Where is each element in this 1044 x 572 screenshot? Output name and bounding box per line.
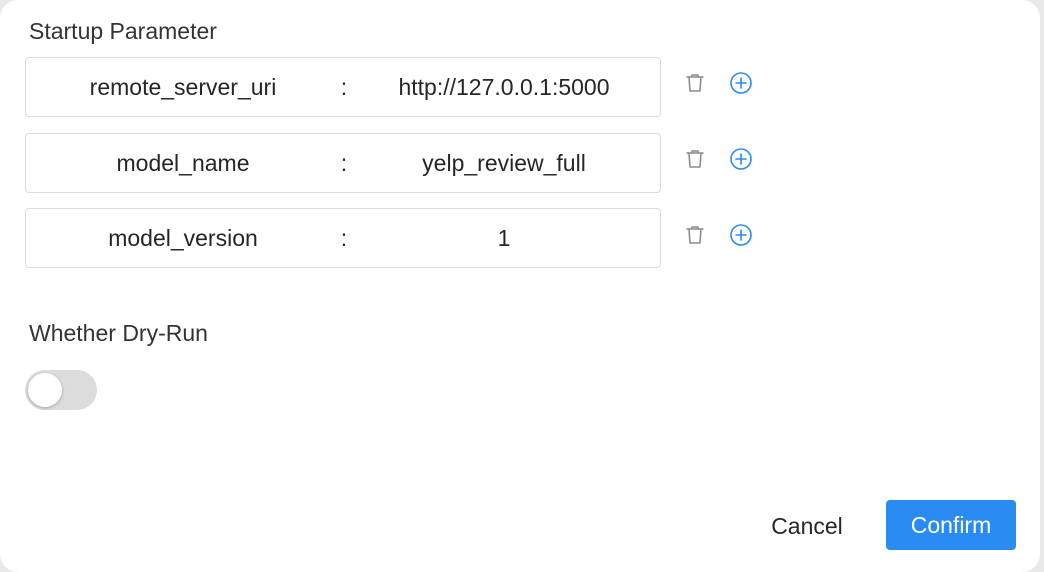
trash-icon[interactable] xyxy=(683,147,707,171)
param-key[interactable]: model_name xyxy=(26,134,340,192)
param-box[interactable]: model_version : 1 xyxy=(25,208,661,268)
plus-circle-icon[interactable] xyxy=(729,71,753,95)
param-separator: : xyxy=(340,225,348,251)
confirm-button[interactable]: Confirm xyxy=(886,500,1016,550)
startup-parameter-title: Startup Parameter xyxy=(29,18,217,44)
plus-circle-icon[interactable] xyxy=(729,223,753,247)
plus-circle-icon[interactable] xyxy=(729,147,753,171)
param-separator: : xyxy=(340,150,348,176)
dry-run-toggle[interactable] xyxy=(25,370,97,410)
param-key[interactable]: model_version xyxy=(26,209,340,267)
param-value[interactable]: yelp_review_full xyxy=(356,134,652,192)
param-box[interactable]: remote_server_uri : http://127.0.0.1:500… xyxy=(25,57,661,117)
trash-icon[interactable] xyxy=(683,71,707,95)
startup-dialog: Startup Parameter remote_server_uri : ht… xyxy=(0,0,1040,572)
param-separator: : xyxy=(340,74,348,100)
dry-run-title: Whether Dry-Run xyxy=(29,320,208,346)
param-row: model_version : 1 xyxy=(25,208,661,268)
param-row: model_name : yelp_review_full xyxy=(25,133,661,193)
param-value[interactable]: 1 xyxy=(356,209,652,267)
param-value[interactable]: http://127.0.0.1:5000 xyxy=(356,58,652,116)
cancel-button[interactable]: Cancel xyxy=(752,502,862,550)
trash-icon[interactable] xyxy=(683,223,707,247)
param-key[interactable]: remote_server_uri xyxy=(26,58,340,116)
toggle-knob xyxy=(28,373,62,407)
param-box[interactable]: model_name : yelp_review_full xyxy=(25,133,661,193)
param-row: remote_server_uri : http://127.0.0.1:500… xyxy=(25,57,661,117)
